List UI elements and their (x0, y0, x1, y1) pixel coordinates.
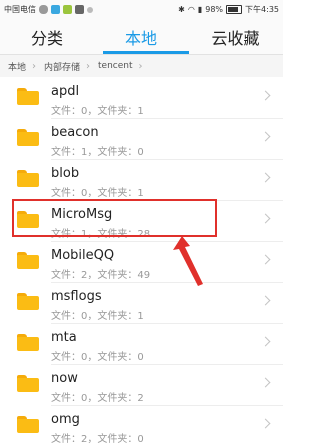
list-item[interactable]: msflogs 文件：0，文件夹：1 (0, 283, 283, 324)
bluetooth-icon: ✱ (178, 5, 185, 14)
file-meta: 文件：0，文件夹：1 (51, 106, 144, 117)
tab-bar: 分类 本地 云收藏 (0, 20, 283, 54)
file-meta: 文件：1，文件夹：0 (51, 147, 144, 158)
chevron-right-icon (260, 131, 271, 142)
file-name: apdl (51, 84, 80, 99)
file-name: omg (51, 412, 80, 427)
more-dots-icon (87, 6, 93, 13)
file-meta: 文件：2，文件夹：0 (51, 434, 144, 445)
folder-icon (17, 416, 39, 433)
carrier-label: 中国电信 (4, 5, 36, 14)
folder-icon (17, 375, 39, 392)
file-name: msflogs (51, 289, 102, 304)
chevron-right-icon (260, 418, 271, 429)
cloud-icon (39, 5, 48, 14)
chevron-right-icon (260, 377, 271, 388)
file-name: beacon (51, 125, 99, 140)
file-meta: 文件：0，文件夹：0 (51, 352, 144, 363)
breadcrumb-local[interactable]: 本地 (0, 60, 32, 73)
chevron-right-icon (260, 172, 271, 183)
list-item[interactable]: MobileQQ 文件：2，文件夹：49 (0, 242, 283, 283)
file-meta: 文件：0，文件夹：1 (51, 311, 144, 322)
message-icon (63, 5, 72, 14)
folder-icon (17, 129, 39, 146)
status-right: ✱ ◠ ▮ 98% 下午4:35 (178, 4, 279, 15)
mail-icon (75, 5, 84, 14)
breadcrumb-tencent[interactable]: tencent (90, 61, 139, 71)
clock: 下午4:35 (245, 5, 279, 14)
list-item[interactable]: now 文件：0，文件夹：2 (0, 365, 283, 406)
file-name: MobileQQ (51, 248, 115, 263)
list-item[interactable]: blob 文件：0，文件夹：1 (0, 160, 283, 201)
breadcrumb: 本地 › 内部存储 › tencent › (0, 55, 283, 77)
annotation-arrow-icon (173, 236, 203, 286)
tab-category[interactable]: 分类 (0, 20, 94, 54)
folder-icon (17, 252, 39, 269)
folder-icon (17, 293, 39, 310)
folder-icon (17, 88, 39, 105)
chevron-right-icon (260, 295, 271, 306)
file-name: blob (51, 166, 80, 181)
battery-percent: 98% (205, 5, 224, 14)
chevron-right-icon (260, 254, 271, 265)
list-item[interactable]: beacon 文件：1，文件夹：0 (0, 119, 283, 160)
battery-icon (226, 5, 243, 14)
file-name: mta (51, 330, 77, 345)
file-meta: 文件：0，文件夹：1 (51, 188, 144, 199)
annotation-highlight-box (12, 199, 217, 237)
breadcrumb-internal-storage[interactable]: 内部存储 (36, 60, 86, 73)
file-meta: 文件：2，文件夹：49 (51, 270, 151, 281)
wifi-icon: ◠ (187, 5, 195, 14)
chevron-right-icon (260, 90, 271, 101)
file-name: now (51, 371, 78, 386)
tab-local[interactable]: 本地 (94, 20, 188, 54)
chevron-right-icon (260, 336, 271, 347)
signal-icon: ▮ (197, 5, 203, 14)
breadcrumb-chevron-icon: › (138, 60, 143, 72)
status-bar: 中国电信 ✱ ◠ ▮ 98% 下午4:35 (0, 0, 283, 20)
app-notification-icon (51, 5, 60, 14)
folder-icon (17, 334, 39, 351)
list-item[interactable]: apdl 文件：0，文件夹：1 (0, 78, 283, 119)
list-item[interactable]: mta 文件：0，文件夹：0 (0, 324, 283, 365)
list-item[interactable]: omg 文件：2，文件夹：0 (0, 406, 283, 447)
file-meta: 文件：0，文件夹：2 (51, 393, 144, 404)
chevron-right-icon (260, 213, 271, 224)
tab-cloud-favorites[interactable]: 云收藏 (188, 20, 283, 54)
status-left: 中国电信 (4, 4, 93, 15)
folder-icon (17, 170, 39, 187)
